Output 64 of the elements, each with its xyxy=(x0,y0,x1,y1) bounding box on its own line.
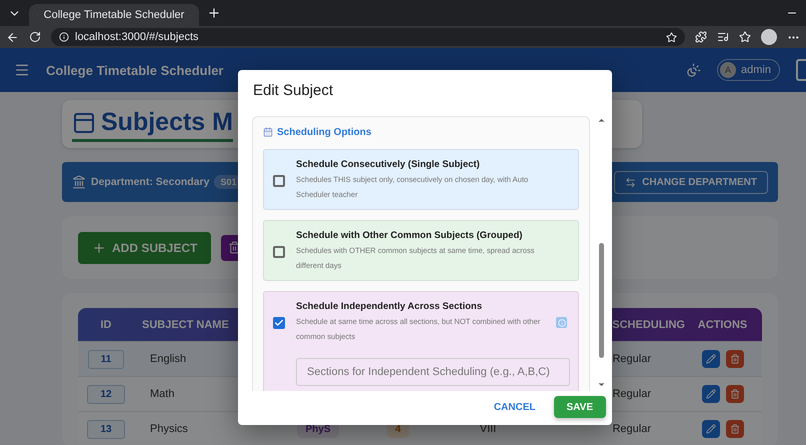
edit-button[interactable] xyxy=(702,385,720,403)
bookmark-star-icon[interactable] xyxy=(666,32,677,42)
pencil-icon xyxy=(706,424,716,434)
scroll-down-icon[interactable] xyxy=(596,380,606,389)
edit-button[interactable] xyxy=(702,420,720,438)
favorites-icon[interactable] xyxy=(739,31,751,43)
option-title: Schedule Consecutively (Single Subject) xyxy=(296,159,481,170)
user-chip[interactable]: A admin xyxy=(717,59,780,81)
back-icon[interactable] xyxy=(6,30,19,44)
new-tab-icon[interactable] xyxy=(207,6,221,20)
user-avatar: A xyxy=(720,62,736,78)
plus-icon xyxy=(92,240,106,254)
department-label: Department: Secondary xyxy=(91,176,210,188)
reload-icon[interactable] xyxy=(29,31,41,43)
edit-button[interactable] xyxy=(702,350,720,368)
section-title: Scheduling Options xyxy=(277,126,372,138)
dialog-title: Edit Subject xyxy=(252,81,334,101)
tab-title: College Timetable Scheduler xyxy=(44,9,184,21)
table-cell-text: Physics xyxy=(149,423,189,435)
table-cell-text: Regular xyxy=(612,353,652,365)
cancel-button[interactable]: CANCEL xyxy=(486,397,544,417)
column-header: SCHEDULING xyxy=(612,318,685,330)
pencil-icon xyxy=(706,389,716,399)
column-header: SUBJECT NAME xyxy=(141,318,230,330)
extensions-icon[interactable] xyxy=(695,31,707,43)
id-tag: 12 xyxy=(87,384,125,404)
swap-arrows-icon xyxy=(625,176,636,188)
save-button[interactable]: SAVE xyxy=(554,396,606,418)
trash-icon xyxy=(730,389,740,399)
trash-icon xyxy=(730,424,740,434)
scrollbar-thumb[interactable] xyxy=(598,243,604,358)
theme-toggle-icon[interactable] xyxy=(686,62,702,78)
trash-icon xyxy=(730,354,740,364)
menu-icon[interactable] xyxy=(14,62,30,78)
calendar-icon xyxy=(263,127,273,137)
pencil-icon xyxy=(706,354,716,364)
column-header: ACTIONS xyxy=(696,318,748,330)
option-title: Schedule Independently Across Sections xyxy=(296,301,484,312)
table-cell-text: Regular xyxy=(612,423,652,435)
option-title: Schedule with Other Common Subjects (Grouped) xyxy=(296,230,524,241)
media-icon[interactable] xyxy=(717,31,729,43)
checkbox[interactable] xyxy=(273,246,285,258)
id-tag: 13 xyxy=(87,420,125,438)
info-icon xyxy=(59,32,69,42)
app-title: College Timetable Scheduler xyxy=(46,62,224,78)
change-department-button[interactable]: CHANGE DEPARTMENT xyxy=(614,170,768,194)
profile-avatar[interactable] xyxy=(761,29,777,45)
sections-input-field[interactable]: Sections for Independent Scheduling (e.g., A,B,C) xyxy=(296,358,570,386)
add-subject-button[interactable]: ADD SUBJECT xyxy=(78,232,212,264)
checkbox[interactable] xyxy=(273,174,285,186)
checkbox[interactable] xyxy=(273,316,285,328)
address-bar[interactable]: localhost:3000/#/subjects xyxy=(51,28,685,46)
building-icon xyxy=(72,175,86,189)
url-text: localhost:3000/#/subjects xyxy=(75,31,199,43)
table-icon xyxy=(72,110,96,134)
table-cell-text: Regular xyxy=(612,388,652,400)
column-header: ID xyxy=(100,318,112,330)
id-tag: 11 xyxy=(88,350,124,368)
logout-icon[interactable] xyxy=(796,59,806,81)
table-cell-text: English xyxy=(149,353,188,365)
table-cell-text: Math xyxy=(149,388,176,400)
browser-tab[interactable]: College Timetable Scheduler xyxy=(29,4,199,26)
page-heading: Subjects M xyxy=(101,108,233,137)
scroll-up-icon[interactable] xyxy=(596,116,606,125)
